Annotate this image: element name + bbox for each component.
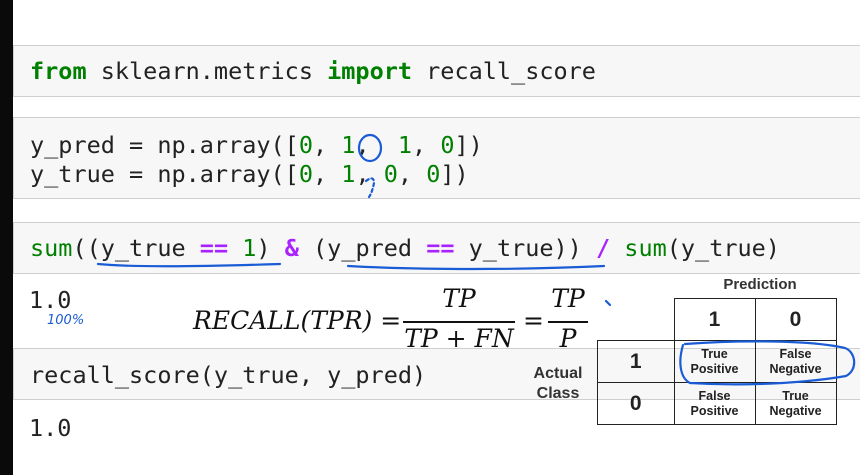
number: 1 — [341, 131, 356, 159]
cell-true-negative: True Negative — [754, 382, 837, 425]
formula-equals: = — [523, 306, 544, 335]
code-text: , — [355, 160, 384, 188]
number: 1 — [341, 160, 356, 188]
code-text: ((y_true — [72, 234, 200, 262]
operator: == — [426, 234, 455, 262]
matrix-corner — [597, 298, 675, 341]
cell-output-recall: 1.0 — [29, 414, 72, 442]
keyword: import — [327, 57, 413, 85]
prediction-label: Prediction — [723, 276, 797, 293]
col-header-1: 1 — [673, 298, 756, 341]
operator: & — [284, 234, 299, 262]
code-text: ]) — [454, 131, 483, 159]
cell-false-positive: False Positive — [673, 382, 756, 425]
row-header-1: 1 — [597, 340, 675, 383]
fraction-numerator: TP — [442, 284, 476, 313]
code-cell-import[interactable]: from sklearn.metrics import recall_score — [13, 45, 860, 97]
code-text: y_true)) — [454, 234, 596, 262]
number: 1 — [242, 234, 257, 262]
code-text: , — [312, 160, 342, 188]
fraction-numerator: TP — [551, 284, 585, 313]
fraction-bar — [403, 321, 515, 323]
module-name: sklearn.metrics — [86, 57, 328, 85]
col-header-0: 0 — [754, 298, 837, 341]
code-text: ]) — [440, 160, 469, 188]
code-text: y_pred = np.array([ — [30, 131, 299, 159]
cell-false-negative: False Negative — [754, 340, 837, 383]
row-header-0: 0 — [597, 382, 675, 425]
actual-class-label-line2: Class — [536, 385, 580, 402]
code-text: , — [312, 131, 342, 159]
confusion-matrix: 1 0 1 True Positive False Negative 0 Fal… — [597, 298, 837, 425]
code-text: y_true = np.array([ — [30, 160, 299, 188]
number: 0 — [298, 160, 313, 188]
code-line-y-pred: y_pred = np.array([0, 1, 1, 0]) — [30, 131, 483, 159]
code-text: ) — [256, 234, 285, 262]
fraction-bar — [548, 321, 588, 323]
number: 0 — [383, 160, 398, 188]
operator: == — [199, 234, 229, 262]
code-line-recall: recall_score(y_true, y_pred) — [30, 361, 427, 389]
operator: / — [595, 234, 611, 262]
number: 0 — [440, 131, 455, 159]
code-line: from sklearn.metrics import recall_score — [30, 57, 596, 85]
number: 0 — [298, 131, 313, 159]
code-cell-arrays[interactable]: y_pred = np.array([0, 1, 1, 0]) y_true =… — [13, 117, 860, 199]
number: 1 — [397, 131, 413, 159]
code-text: , — [412, 131, 441, 159]
cell-output-sum: 1.0 — [29, 286, 72, 314]
code-text: (y_pred — [298, 234, 427, 262]
recall-formula: RECALL(TPR) = TP TP + FN = TP P — [193, 284, 593, 353]
actual-class-label-line1: Actual — [533, 365, 583, 382]
code-text: (y_true) — [666, 234, 780, 262]
code-line-sum: sum((y_true == 1) & (y_pred == y_true)) … — [30, 234, 780, 262]
fraction-tp-over-p: TP P — [548, 284, 588, 353]
formula-lhs: RECALL(TPR) = — [193, 306, 402, 335]
handwritten-note: 100% — [47, 313, 85, 328]
code-text: , — [355, 131, 398, 159]
code-line-y-true: y_true = np.array([0, 1, 0, 0]) — [30, 160, 469, 188]
window-edge — [0, 0, 13, 475]
imported-name: recall_score — [412, 57, 596, 85]
keyword: from — [30, 57, 87, 85]
code-text: , — [397, 160, 427, 188]
fraction-tp-over-tp-fn: TP TP + FN — [403, 284, 515, 353]
builtin: sum — [624, 234, 667, 262]
code-cell-sum[interactable]: sum((y_true == 1) & (y_pred == y_true)) … — [13, 222, 860, 274]
builtin: sum — [30, 234, 73, 262]
number: 0 — [426, 160, 441, 188]
cell-true-positive: True Positive — [673, 340, 756, 383]
